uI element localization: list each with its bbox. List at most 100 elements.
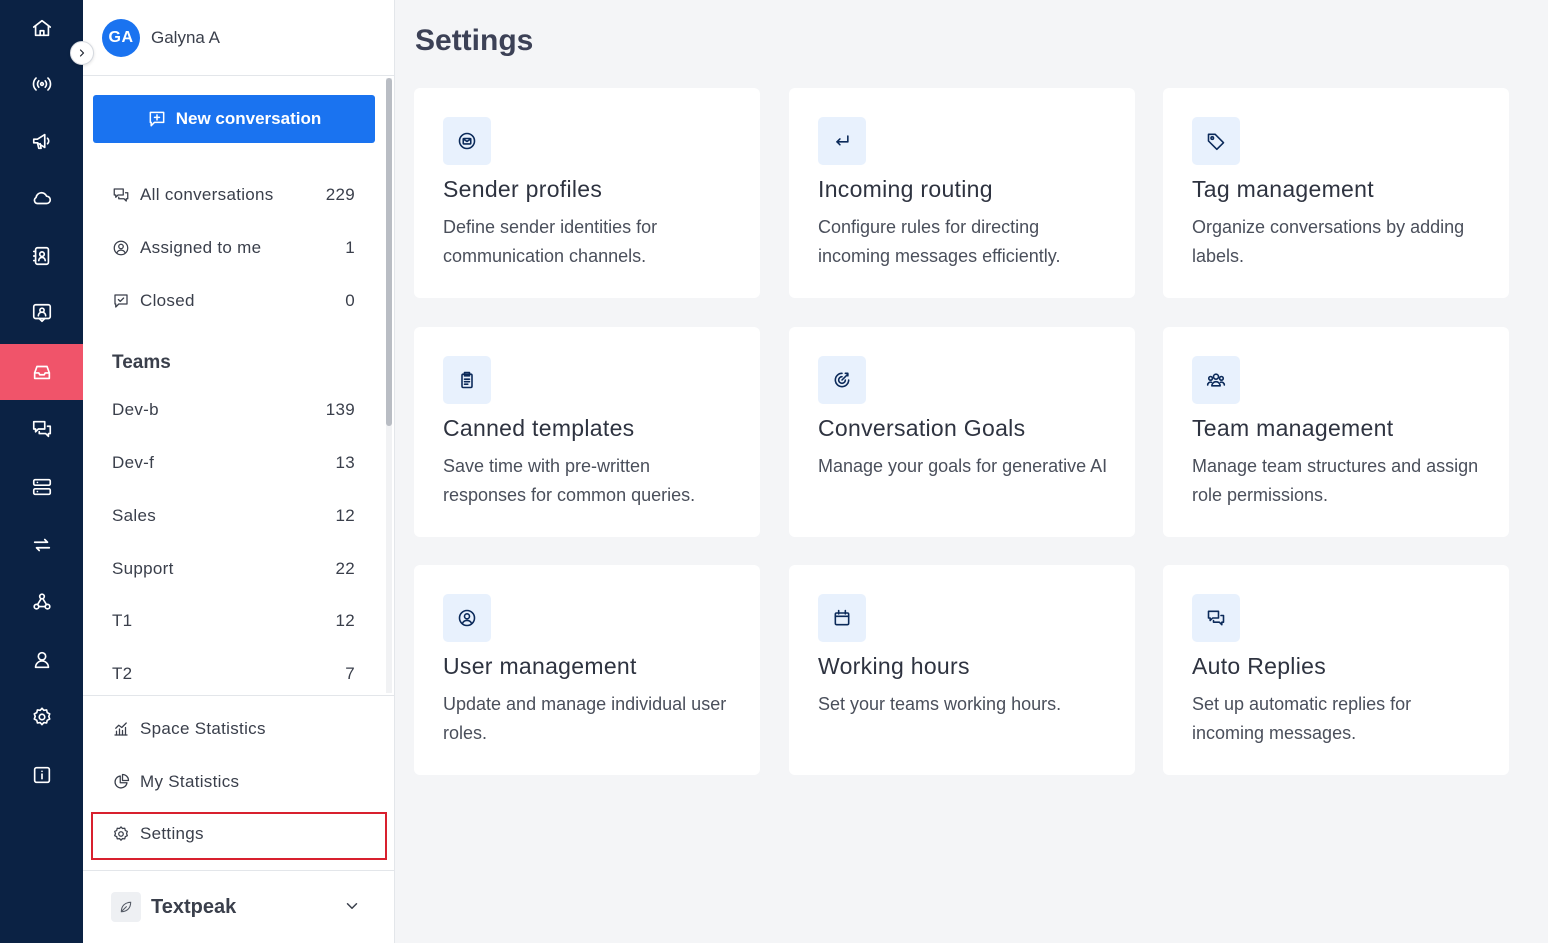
chat-bubbles-icon (32, 420, 51, 438)
card-description: Save time with pre-written responses for… (443, 456, 696, 505)
card-icon (443, 117, 491, 165)
team-item-dev-f[interactable]: Dev-f 13 (112, 448, 355, 478)
workspace-icon (111, 892, 141, 922)
team-item-support[interactable]: Support 22 (112, 554, 355, 584)
user-profile[interactable]: GA Galyna A (83, 0, 395, 76)
card-canned-templates[interactable]: Canned templates Save time with pre-writ… (414, 327, 760, 537)
rail-webhooks[interactable] (0, 574, 83, 630)
sidebar-collapse-button[interactable] (70, 41, 94, 65)
chevron-down-icon (343, 897, 361, 920)
chat-check-icon (114, 294, 128, 308)
user-circle-icon (458, 609, 476, 627)
card-title: Incoming routing (818, 176, 993, 202)
nav-label: Space Statistics (140, 719, 266, 738)
team-icon (1206, 373, 1226, 387)
new-conversation-label: New conversation (175, 109, 322, 128)
nav-label: All conversations (140, 185, 274, 204)
rail-inbox[interactable] (0, 344, 83, 400)
card-incoming-routing[interactable]: Incoming routing Configure rules for dir… (789, 88, 1135, 298)
team-item-t1[interactable]: T1 12 (112, 606, 355, 636)
rail-servers[interactable] (0, 459, 83, 515)
broadcast-icon (32, 77, 51, 91)
agent-chat-icon (32, 303, 51, 323)
icon-rail (0, 0, 83, 943)
avatar: GA (102, 18, 140, 57)
card-description: Define sender identities for communicati… (443, 217, 658, 266)
rail-integrations[interactable] (0, 517, 83, 573)
card-description: Set your teams working hours. (818, 694, 1062, 714)
chevron-right-icon (79, 49, 85, 57)
home-icon (32, 19, 51, 37)
return-arrow-icon (836, 135, 849, 146)
pie-chart-icon (114, 773, 130, 789)
nav-count: 1 (345, 238, 355, 257)
megaphone-icon (32, 133, 50, 150)
card-sender-profiles[interactable]: Sender profiles Define sender identities… (414, 88, 760, 298)
nav-space-statistics[interactable]: Space Statistics (112, 714, 355, 744)
team-item-sales[interactable]: Sales 12 (112, 501, 355, 531)
scrollbar-thumb[interactable] (386, 78, 392, 426)
rail-conversations[interactable] (0, 401, 83, 457)
card-description: Configure rules for directing incoming m… (818, 217, 1061, 266)
nav-closed[interactable]: Closed 0 (112, 286, 355, 316)
card-title: Auto Replies (1192, 653, 1327, 679)
rail-cloud[interactable] (0, 170, 83, 226)
cloud-icon (33, 191, 51, 205)
email-circle-icon (458, 132, 476, 150)
workspace-switcher[interactable]: Textpeak (83, 870, 395, 943)
card-title: Sender profiles (443, 176, 603, 202)
rail-campaigns[interactable] (0, 113, 83, 169)
team-count: 12 (335, 506, 355, 525)
rail-broadcast[interactable] (0, 56, 83, 112)
card-conversation-goals[interactable]: Conversation Goals Manage your goals for… (789, 327, 1135, 537)
card-icon (818, 594, 866, 642)
gear-icon (32, 707, 51, 726)
nav-my-statistics[interactable]: My Statistics (112, 767, 355, 797)
settings-highlight-box (91, 812, 387, 860)
nav-label: Closed (140, 291, 195, 310)
team-item-dev-b[interactable]: Dev-b 139 (112, 395, 355, 425)
team-count: 22 (335, 559, 355, 578)
rail-agent-chat[interactable] (0, 285, 83, 341)
card-description: Set up automatic replies for incoming me… (1192, 694, 1412, 743)
card-auto-replies[interactable]: Auto Replies Set up automatic replies fo… (1163, 565, 1509, 775)
card-tag-management[interactable]: Tag management Organize conversations by… (1163, 88, 1509, 298)
rail-contacts[interactable] (0, 228, 83, 284)
nav-label: Assigned to me (140, 238, 262, 257)
card-icon (818, 117, 866, 165)
card-working-hours[interactable]: Working hours Set your teams working hou… (789, 565, 1135, 775)
card-description: Manage your goals for generative AI (818, 456, 1108, 476)
card-team-management[interactable]: Team management Manage team structures a… (1163, 327, 1509, 537)
card-icon (1192, 594, 1240, 642)
team-item-t2[interactable]: T2 7 (112, 659, 355, 689)
sidebar-scrollbar[interactable] (386, 78, 392, 693)
card-user-management[interactable]: User management Update and manage indivi… (414, 565, 760, 775)
leaf-icon (120, 901, 132, 913)
nav-assigned-to-me[interactable]: Assigned to me 1 (112, 233, 355, 263)
card-icon (818, 356, 866, 404)
user-name: Galyna A (151, 27, 220, 47)
team-count: 7 (345, 664, 355, 683)
info-icon (33, 766, 50, 784)
page-title: Settings (415, 24, 534, 57)
team-count: 13 (335, 453, 355, 472)
team-label: Support (112, 559, 174, 578)
card-title: Canned templates (443, 415, 635, 441)
rail-users[interactable] (0, 632, 83, 688)
card-title: Working hours (818, 653, 970, 679)
team-label: Sales (112, 506, 157, 525)
nav-all-conversations[interactable]: All conversations 229 (112, 180, 355, 210)
new-conversation-button[interactable]: New conversation (93, 95, 375, 143)
rail-settings[interactable] (0, 689, 83, 745)
user-icon (34, 651, 49, 669)
chat-bubbles-icon (113, 188, 129, 202)
contacts-book-icon (32, 246, 49, 266)
target-icon (834, 372, 850, 388)
clipboard-icon (461, 371, 473, 389)
rail-info[interactable] (0, 747, 83, 803)
card-icon (1192, 117, 1240, 165)
card-description: Organize conversations by adding labels. (1192, 217, 1465, 266)
tag-icon (1207, 133, 1225, 151)
team-label: T2 (112, 664, 133, 683)
card-title: User management (443, 653, 637, 679)
